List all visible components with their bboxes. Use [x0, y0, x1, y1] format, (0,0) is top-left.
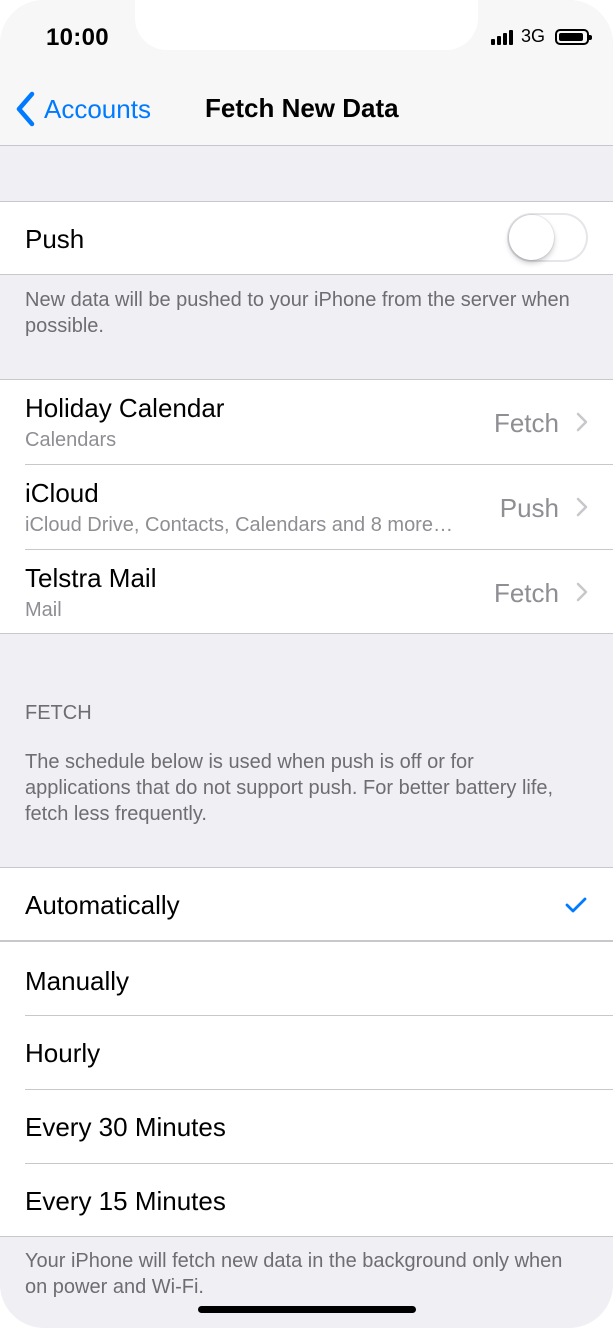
account-fetch-mode: Fetch	[493, 578, 559, 608]
account-name: Holiday Calendar	[25, 393, 225, 423]
chevron-right-icon	[576, 412, 588, 432]
account-name: iCloud	[25, 478, 99, 508]
back-button[interactable]: Accounts	[12, 90, 151, 128]
account-services: iCloud Drive, Contacts, Calendars and 8 …	[25, 514, 453, 536]
fetch-option-manually[interactable]: Manually	[0, 942, 613, 1016]
account-row-telstra-mail[interactable]: Telstra Mail Mail Fetch	[0, 550, 613, 633]
fetch-option-label: Hourly	[25, 1038, 101, 1068]
account-services: Calendars	[25, 429, 117, 451]
status-indicators: 3G	[490, 26, 592, 47]
home-indicator[interactable]	[198, 1306, 416, 1313]
account-fetch-mode: Fetch	[493, 408, 559, 438]
fetch-schedule-list: Automatically Manually Hourly Every 30 M…	[0, 867, 613, 1237]
back-button-label: Accounts	[44, 93, 151, 124]
fetch-footer-note: Your iPhone will fetch new data in the b…	[25, 1250, 563, 1298]
fetch-section-header: FETCH	[25, 702, 92, 724]
page-title: Fetch New Data	[205, 93, 399, 123]
fetch-option-automatically[interactable]: Automatically	[0, 868, 613, 942]
accounts-list: Holiday Calendar Calendars Fetch iCloud …	[0, 379, 613, 634]
navigation-bar: 10:00 3G Accounts Fetch New Data	[0, 0, 613, 146]
fetch-option-label: Every 15 Minutes	[25, 1186, 226, 1216]
push-row: Push	[0, 202, 613, 274]
checkmark-icon	[565, 897, 587, 913]
settings-screen: 10:00 3G Accounts Fetch New Data Push Ne…	[0, 0, 613, 1328]
battery-icon	[555, 28, 592, 45]
fetch-option-label: Automatically	[25, 890, 180, 920]
account-row-holiday-calendar[interactable]: Holiday Calendar Calendars Fetch	[0, 380, 613, 465]
account-row-icloud[interactable]: iCloud iCloud Drive, Contacts, Calendars…	[0, 465, 613, 550]
account-name: Telstra Mail	[25, 563, 157, 593]
cellular-signal-icon	[490, 29, 513, 45]
push-group: Push	[0, 201, 613, 275]
fetch-option-every-30-minutes[interactable]: Every 30 Minutes	[0, 1090, 613, 1164]
fetch-description: The schedule below is used when push is …	[25, 751, 554, 825]
screen-notch	[135, 0, 478, 50]
status-time: 10:00	[46, 24, 109, 51]
network-type: 3G	[520, 26, 545, 46]
chevron-left-icon	[16, 91, 35, 127]
push-label: Push	[25, 224, 85, 254]
account-services: Mail	[25, 599, 62, 621]
chevron-right-icon	[576, 497, 588, 517]
push-toggle[interactable]	[507, 213, 588, 262]
fetch-option-hourly[interactable]: Hourly	[0, 1016, 613, 1090]
fetch-option-label: Every 30 Minutes	[25, 1112, 226, 1142]
chevron-right-icon	[576, 582, 588, 602]
fetch-option-label: Manually	[25, 966, 130, 996]
toggle-knob	[509, 215, 554, 260]
push-description: New data will be pushed to your iPhone f…	[25, 289, 570, 337]
fetch-option-every-15-minutes[interactable]: Every 15 Minutes	[0, 1164, 613, 1236]
account-fetch-mode: Push	[499, 493, 559, 523]
